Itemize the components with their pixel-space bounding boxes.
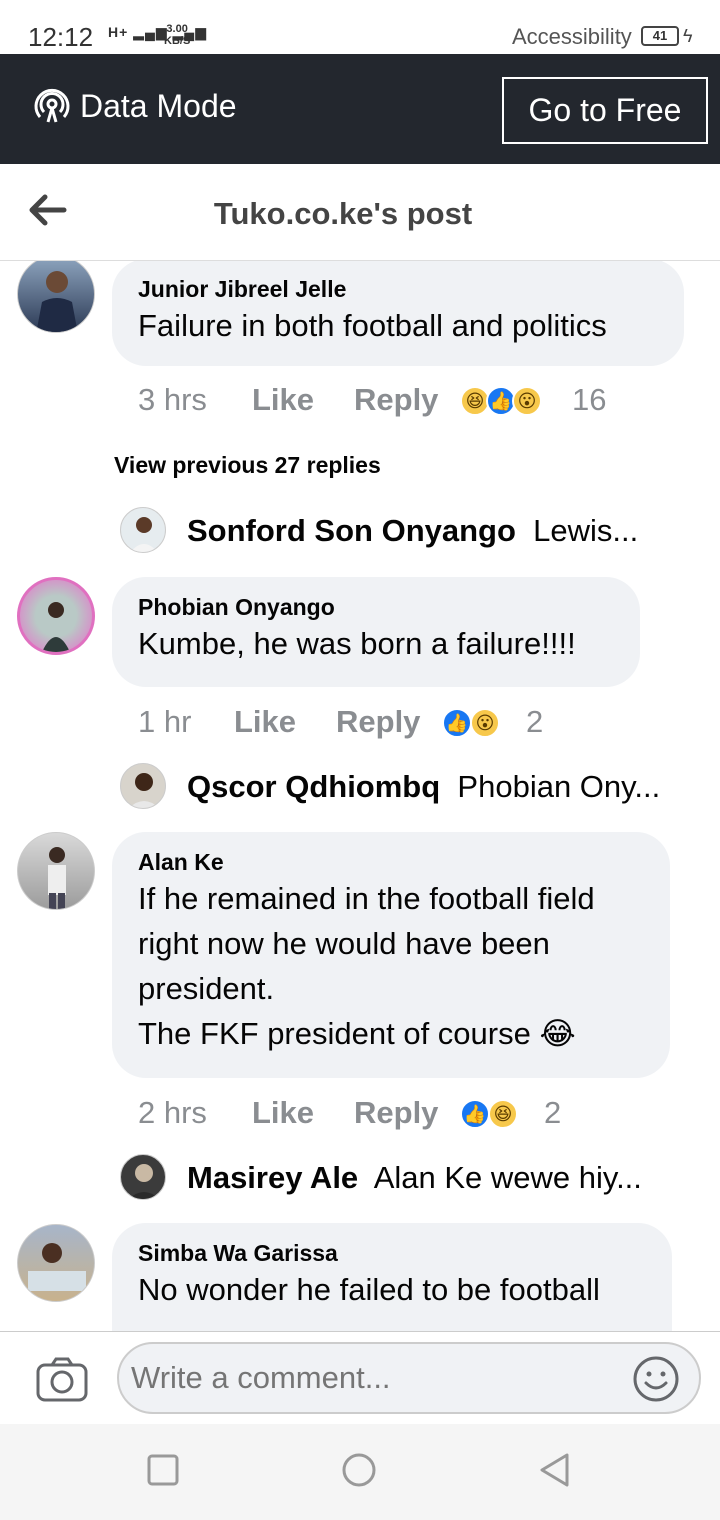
like-reaction-icon: 👍 [442, 708, 472, 738]
comment-actions: 3 hrs Like Reply 😆 👍 😮 16 [138, 382, 638, 422]
reply-button[interactable]: Reply [354, 382, 438, 418]
comment-text: If he remained in the football field rig… [138, 881, 595, 1051]
comment-bubble: Alan Ke If he remained in the football f… [112, 832, 670, 1078]
comment-bubble: Junior Jibreel Jelle Failure in both foo… [112, 261, 684, 366]
view-previous-replies-link[interactable]: View previous 27 replies [114, 452, 381, 479]
back-nav-icon[interactable] [537, 1452, 573, 1488]
like-button[interactable]: Like [252, 1095, 314, 1131]
reply-preview[interactable]: Qscor Qdhiombq Phobian Ony... [187, 769, 660, 805]
like-reaction-icon: 👍 [460, 1099, 490, 1129]
broadcast-icon [34, 88, 70, 123]
comment-bubble: Phobian Onyango Kumbe, he was born a fai… [112, 577, 640, 687]
comment-actions: 2 hrs Like Reply 👍 😆 2 [138, 1095, 618, 1135]
wow-reaction-icon: 😮 [470, 708, 500, 738]
avatar[interactable] [17, 577, 95, 655]
reply-author[interactable]: Masirey Ale [187, 1160, 358, 1195]
haha-reaction-icon: 😆 [488, 1099, 518, 1129]
page-title: Tuko.co.ke's post [213, 196, 473, 231]
comment-time: 3 hrs [138, 382, 207, 417]
comment-author[interactable]: Phobian Onyango [138, 593, 614, 621]
avatar[interactable] [120, 507, 166, 553]
reaction-count[interactable]: 2 [544, 1095, 561, 1131]
network-indicator: H+ ▂▄▆ ▂▄▆ [108, 24, 207, 40]
accessibility-label: Accessibility [512, 24, 632, 49]
battery-icon: 41 [641, 26, 679, 46]
reply-preview[interactable]: Masirey Ale Alan Ke wewe hiy... [187, 1160, 642, 1196]
comment-author[interactable]: Alan Ke [138, 848, 644, 876]
reply-text: Phobian Ony... [457, 769, 661, 804]
reply-button[interactable]: Reply [336, 704, 420, 740]
avatar[interactable] [120, 1154, 166, 1200]
avatar[interactable] [17, 832, 95, 910]
comment-text: Kumbe, he was born a failure!!!! [138, 626, 576, 661]
comment-time: 1 hr [138, 704, 192, 739]
comment-feed[interactable]: Junior Jibreel Jelle Failure in both foo… [0, 261, 720, 1331]
go-to-free-button[interactable]: Go to Free [502, 77, 708, 144]
comment-text: Failure in both football and politics [138, 308, 607, 343]
avatar[interactable] [120, 763, 166, 809]
recents-icon[interactable] [145, 1452, 181, 1488]
reaction-count[interactable]: 2 [526, 704, 543, 740]
avatar[interactable] [17, 1224, 95, 1302]
data-mode-label: Data Mode [80, 88, 237, 124]
avatar[interactable] [17, 261, 95, 333]
comment-author[interactable]: Simba Wa Garissa [138, 1239, 646, 1267]
home-icon[interactable] [341, 1452, 377, 1488]
status-time: 12:12 [28, 22, 94, 52]
network-speed: 3.00 KB/S [164, 23, 191, 47]
reply-button[interactable]: Reply [354, 1095, 438, 1131]
like-button[interactable]: Like [234, 704, 296, 740]
like-button[interactable]: Like [252, 382, 314, 418]
reply-text: Lewis... [533, 513, 639, 548]
wow-reaction-icon: 😮 [512, 386, 542, 416]
reply-text: Alan Ke wewe hiy... [373, 1160, 642, 1195]
charging-icon: ϟ [683, 26, 693, 46]
comment-time: 2 hrs [138, 1095, 207, 1130]
reply-preview[interactable]: Sonford Son Onyango Lewis... [187, 513, 638, 549]
camera-icon[interactable] [36, 1356, 88, 1402]
comment-bubble: Simba Wa Garissa No wonder he failed to … [112, 1223, 672, 1331]
comment-actions: 1 hr Like Reply 👍 😮 2 [138, 704, 618, 744]
reply-author[interactable]: Sonford Son Onyango [187, 513, 516, 548]
comment-input[interactable] [117, 1342, 701, 1414]
emoji-icon[interactable] [632, 1355, 680, 1403]
status-bar: 12:12 H+ ▂▄▆ ▂▄▆ 3.00 KB/S Accessibility … [0, 0, 720, 54]
comment-author[interactable]: Junior Jibreel Jelle [138, 275, 658, 303]
reply-author[interactable]: Qscor Qdhiombq [187, 769, 440, 804]
comment-text: No wonder he failed to be football [138, 1272, 600, 1307]
reaction-count[interactable]: 16 [572, 382, 606, 418]
